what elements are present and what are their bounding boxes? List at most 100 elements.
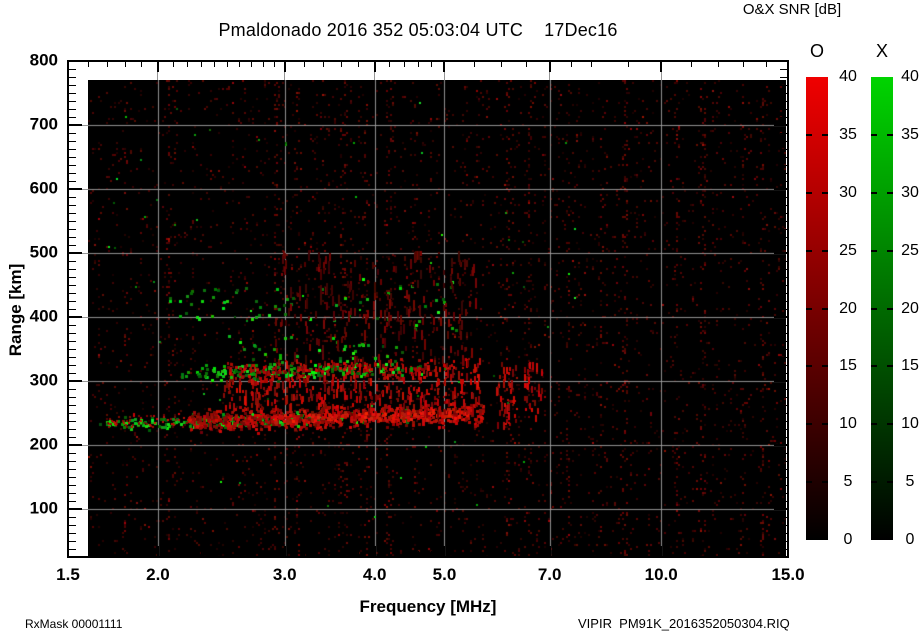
y-tick-label: 100: [10, 499, 58, 519]
y-minor-tick: [780, 277, 787, 278]
y-minor-tick: [780, 357, 787, 358]
y-minor-tick: [780, 229, 787, 230]
x-major-tick: [284, 546, 286, 556]
y-minor-tick: [780, 517, 787, 518]
x-tick-label: 10.0: [633, 565, 689, 585]
y-minor-tick: [780, 469, 787, 470]
x-major-tick: [443, 546, 445, 556]
y-minor-tick: [69, 405, 76, 406]
y-minor-tick: [780, 213, 787, 214]
y-minor-tick: [69, 93, 76, 94]
x-tick-label: 7.0: [522, 565, 578, 585]
y-tick-label: 700: [10, 115, 58, 135]
x-minor-tick: [251, 62, 252, 67]
y-minor-tick: [69, 461, 76, 462]
colorbar-tick-dash: [871, 308, 877, 310]
y-minor-tick: [69, 181, 76, 182]
x-minor-tick: [389, 62, 390, 67]
y-minor-tick: [780, 405, 787, 406]
y-minor-tick: [69, 541, 76, 542]
x-major-tick: [549, 546, 551, 556]
x-major-tick: [157, 546, 159, 556]
y-major-tick: [69, 252, 82, 254]
y-major-tick: [774, 60, 787, 62]
y-minor-tick: [69, 165, 76, 166]
colorbar-tick-label: 15: [893, 357, 922, 375]
y-minor-tick: [69, 549, 76, 550]
y-minor-tick: [69, 205, 76, 206]
y-minor-tick: [69, 397, 76, 398]
x-minor-tick: [591, 62, 592, 67]
y-minor-tick: [780, 101, 787, 102]
colorbar-tick-label: 40: [893, 68, 922, 86]
x-tick-label: 4.0: [347, 565, 403, 585]
x-major-tick: [443, 62, 445, 72]
y-minor-tick: [780, 165, 787, 166]
x-minor-tick: [107, 62, 108, 67]
x-minor-tick: [227, 551, 228, 556]
x-major-tick: [374, 546, 376, 556]
x-minor-tick: [227, 62, 228, 67]
colorbar-tick-dash: [871, 481, 877, 483]
y-minor-tick: [69, 485, 76, 486]
y-minor-tick: [780, 77, 787, 78]
x-minor-tick: [239, 62, 240, 67]
x-minor-tick: [358, 551, 359, 556]
y-minor-tick: [780, 197, 787, 198]
y-major-tick: [774, 508, 787, 510]
y-minor-tick: [780, 69, 787, 70]
y-minor-tick: [780, 525, 787, 526]
y-minor-tick: [780, 301, 787, 302]
x-minor-tick: [263, 551, 264, 556]
y-minor-tick: [69, 237, 76, 238]
x-minor-tick: [526, 62, 527, 67]
y-minor-tick: [780, 373, 787, 374]
y-minor-tick: [780, 437, 787, 438]
colorbar-tick-label: 15: [831, 357, 865, 375]
y-minor-tick: [69, 325, 76, 326]
colorbar-tick-dash: [806, 308, 812, 310]
x-minor-tick: [304, 62, 305, 67]
colorbar-tick-dash: [806, 365, 812, 367]
x-tick-label: 15.0: [760, 565, 816, 585]
colorbar-tick-dash: [871, 192, 877, 194]
colorbar-tick-dash: [806, 423, 812, 425]
x-major-tick: [787, 546, 789, 556]
y-minor-tick: [69, 517, 76, 518]
x-minor-tick: [766, 62, 767, 67]
x-minor-tick: [239, 551, 240, 556]
y-major-tick: [774, 188, 787, 190]
y-minor-tick: [780, 349, 787, 350]
y-minor-tick: [69, 501, 76, 502]
colorbar-tick-dash: [871, 423, 877, 425]
y-minor-tick: [780, 205, 787, 206]
x-minor-tick: [743, 62, 744, 67]
y-minor-tick: [69, 213, 76, 214]
y-major-tick: [774, 316, 787, 318]
y-minor-tick: [780, 245, 787, 246]
y-minor-tick: [780, 501, 787, 502]
y-minor-tick: [780, 341, 787, 342]
y-minor-tick: [780, 85, 787, 86]
colorbar-tick-dash: [822, 365, 828, 367]
x-minor-tick: [141, 551, 142, 556]
x-minor-tick: [214, 551, 215, 556]
y-minor-tick: [780, 485, 787, 486]
x-minor-tick: [263, 62, 264, 67]
y-minor-tick: [780, 237, 787, 238]
y-minor-tick: [780, 413, 787, 414]
colorbar-tick-dash: [822, 423, 828, 425]
colorbar-tick-label: 40: [831, 68, 865, 86]
x-major-tick: [660, 546, 662, 556]
colorbar-tick-label: 10: [893, 415, 922, 433]
y-minor-tick: [69, 533, 76, 534]
y-minor-tick: [780, 333, 787, 334]
x-minor-tick: [418, 551, 419, 556]
colorbar-tick-label: 25: [893, 242, 922, 260]
y-major-tick: [69, 60, 82, 62]
y-minor-tick: [780, 365, 787, 366]
x-minor-tick: [173, 62, 174, 67]
x-minor-tick: [187, 62, 188, 67]
y-minor-tick: [69, 101, 76, 102]
y-minor-tick: [69, 293, 76, 294]
